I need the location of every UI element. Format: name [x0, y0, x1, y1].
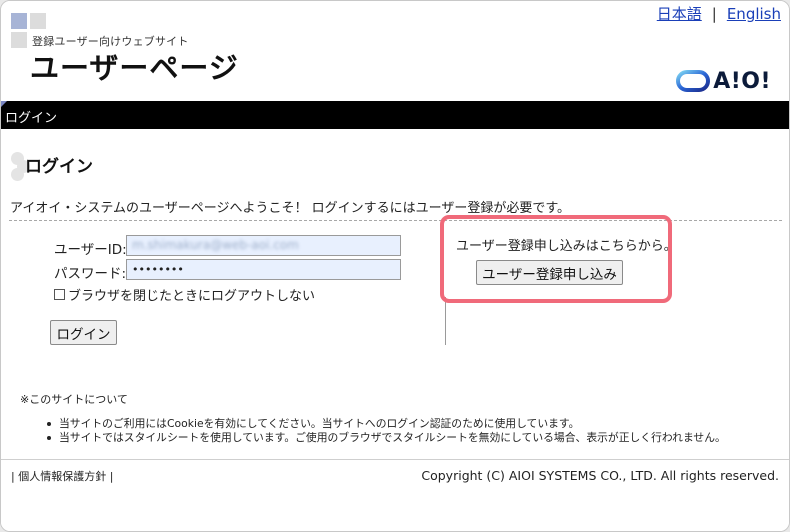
lang-japanese-link[interactable]: 日本語 [657, 5, 702, 23]
user-id-label: ユーザーID: [54, 242, 127, 258]
footer-links: | 個人情報保護方針 | [11, 470, 114, 483]
user-id-input[interactable]: m.shimakura@web-aoi.com [126, 235, 401, 256]
checkbox-icon[interactable] [54, 289, 65, 300]
nav-tab-login[interactable]: ログイン [5, 107, 57, 126]
password-label: パスワード: [54, 266, 127, 282]
password-input[interactable]: •••••••• [126, 259, 401, 280]
form-divider [445, 297, 446, 345]
copyright-text: Copyright (C) AIOI SYSTEMS CO., LTD. All… [421, 468, 779, 483]
brand-logo-text: A!O! [713, 68, 771, 94]
site-header: 登録ユーザー向けウェブサイト ユーザーページ 日本語 | English A!O… [1, 1, 789, 101]
password-value: •••••••• [132, 263, 184, 276]
keep-logged-in-option[interactable]: ブラウザを閉じたときにログアウトしない [54, 285, 315, 304]
privacy-policy-link[interactable]: 個人情報保護方針 [18, 470, 106, 483]
lang-english-link[interactable]: English [727, 5, 781, 23]
highlight-box [440, 215, 672, 303]
user-id-value: m.shimakura@web-aoi.com [132, 238, 299, 252]
list-item: 当サイトではスタイルシートを使用しています。ご使用のブラウザでスタイルシートを無… [45, 431, 726, 445]
browser-page: 登録ユーザー向けウェブサイト ユーザーページ 日本語 | English A!O… [0, 0, 790, 532]
keep-logged-in-label: ブラウザを閉じたときにログアウトしない [68, 289, 316, 304]
nav-bar: ログイン [1, 101, 789, 129]
footer-divider [1, 459, 789, 460]
notes-title: ※このサイトについて [20, 393, 128, 406]
login-button[interactable]: ログイン [50, 320, 117, 345]
brand-logo: A!O! [676, 67, 771, 95]
list-item: 当サイトのご利用にはCookieを有効にしてください。当サイトへのログイン認証の… [45, 417, 726, 431]
site-title: ユーザーページ [30, 51, 239, 85]
aio-ring-logo-icon [676, 70, 711, 92]
welcome-text: アイオイ・システムのユーザーページへようこそ！ ログインするにはユーザー登録が必… [10, 201, 571, 216]
lang-separator: | [711, 5, 717, 23]
language-switcher: 日本語 | English [657, 3, 781, 24]
notes-list: 当サイトのご利用にはCookieを有効にしてください。当サイトへのログイン認証の… [45, 417, 726, 445]
page-title: ログイン [25, 157, 93, 177]
page-bottom [1, 489, 789, 531]
